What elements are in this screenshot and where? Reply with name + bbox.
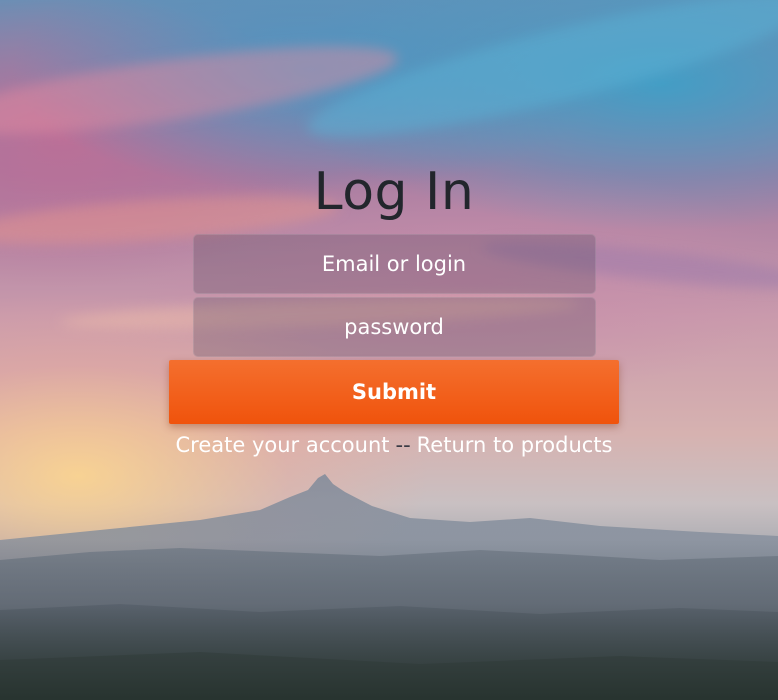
- email-input[interactable]: [192, 234, 596, 294]
- page-title: Log In: [313, 162, 475, 222]
- return-to-products-link[interactable]: Return to products: [417, 433, 613, 457]
- password-input[interactable]: [192, 297, 596, 357]
- submit-button[interactable]: Submit: [169, 360, 619, 424]
- form-links: Create your account -- Return to products: [169, 430, 619, 460]
- link-separator: --: [395, 433, 411, 457]
- login-form: Log In Submit Create your account--Retur…: [169, 150, 619, 460]
- create-account-link[interactable]: Create your account: [175, 433, 389, 457]
- valley-haze: [0, 540, 778, 700]
- background-landscape: Log In Submit Create your account--Retur…: [0, 0, 778, 700]
